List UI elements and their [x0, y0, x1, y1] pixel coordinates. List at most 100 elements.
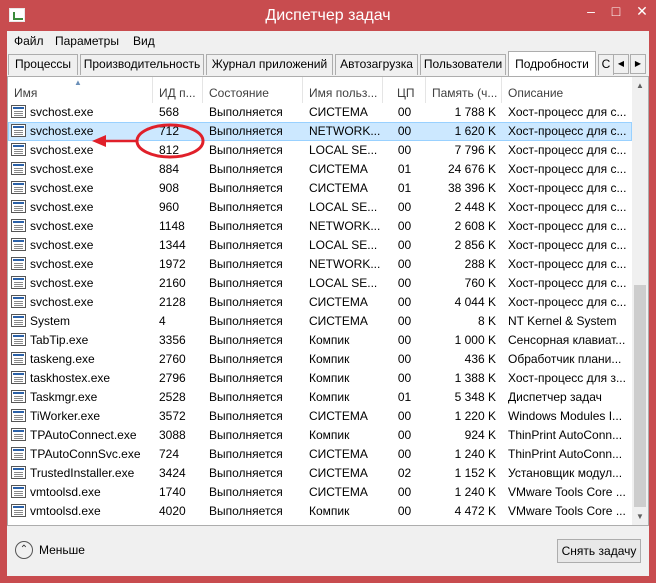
tab-startup[interactable]: Автозагрузка [335, 54, 418, 75]
tab-users[interactable]: Пользователи [420, 54, 506, 75]
process-description: Хост-процесс для с... [508, 124, 627, 138]
process-status: Выполняется [209, 504, 283, 518]
process-pid: 724 [159, 447, 180, 461]
process-cpu: 00 [397, 409, 412, 423]
process-pid: 2128 [159, 295, 186, 309]
column-cpu[interactable]: ЦП [383, 77, 426, 103]
process-pid: 568 [159, 105, 180, 119]
table-row[interactable]: vmtoolsd.exe 4020 Выполняется Компик 00 4 472… [8, 502, 632, 521]
table-row[interactable]: svchost.exe 568 Выполняется СИСТЕМА 00 1 788 … [8, 103, 632, 122]
menu-file[interactable]: Файл [14, 34, 44, 48]
table-row[interactable]: TPAutoConnSvc.exe 724 Выполняется СИСТЕМА 00… [8, 445, 632, 464]
tab-performance[interactable]: Производительность [80, 54, 204, 75]
table-row[interactable]: svchost.exe 1344 Выполняется LOCAL SE... 00 2… [8, 236, 632, 255]
table-row[interactable]: svchost.exe 2160 Выполняется LOCAL SE... 00 7… [8, 274, 632, 293]
process-memory: 1 240 K [454, 447, 496, 461]
process-memory: 760 K [464, 276, 496, 290]
process-cpu: 00 [397, 504, 412, 518]
process-pid: 908 [159, 181, 180, 195]
table-row[interactable]: vmtoolsd.exe 1740 Выполняется СИСТЕМА 00 1 24… [8, 483, 632, 502]
tab-scroll-left-icon[interactable]: ◀ [613, 54, 629, 74]
table-row[interactable]: TiWorker.exe 3572 Выполняется СИСТЕМА 00 1 22… [8, 407, 632, 426]
table-row[interactable]: TabTip.exe 3356 Выполняется Компик 00 1 000 K… [8, 331, 632, 350]
table-row[interactable]: System 4 Выполняется СИСТЕМА 00 8 K NT Kernel … [8, 312, 632, 331]
table-row[interactable]: taskeng.exe 2760 Выполняется Компик 00 436 K О… [8, 350, 632, 369]
close-button[interactable]: ✕ [628, 0, 656, 22]
process-description: Хост-процесс для с... [508, 238, 627, 252]
tab-scroll-right-icon[interactable]: ▶ [630, 54, 646, 74]
scroll-down-icon[interactable]: ▼ [632, 508, 648, 525]
chevron-up-icon: ⌃ [15, 541, 33, 559]
process-name: svchost.exe [30, 276, 94, 290]
window-title: Диспетчер задач [265, 7, 391, 24]
process-cpu: 00 [397, 295, 412, 309]
menu-view[interactable]: Вид [133, 34, 155, 48]
column-user[interactable]: Имя польз... [303, 77, 383, 103]
process-pid: 4 [159, 314, 166, 328]
process-status: Выполняется [209, 409, 283, 423]
service-window-icon [11, 162, 26, 175]
process-pid: 884 [159, 162, 180, 176]
process-cpu: 00 [397, 105, 412, 119]
table-row[interactable]: TrustedInstaller.exe 3424 Выполняется СИСТЕ… [8, 464, 632, 483]
scroll-up-icon[interactable]: ▲ [632, 77, 648, 94]
column-memory[interactable]: Память (ч... [426, 77, 502, 103]
table-row[interactable]: svchost.exe 1148 Выполняется NETWORK... 00 2 … [8, 217, 632, 236]
process-cpu: 00 [397, 485, 412, 499]
process-description: Windows Modules I... [508, 409, 623, 423]
task-manager-icon [11, 390, 26, 403]
end-task-button[interactable]: Снять задачу [557, 539, 641, 563]
process-status: Выполняется [209, 428, 283, 442]
scrollbar-thumb[interactable] [634, 285, 646, 507]
process-memory: 924 K [464, 428, 496, 442]
process-status: Выполняется [209, 333, 283, 347]
minimize-button[interactable]: – [578, 0, 604, 22]
process-description: Хост-процесс для с... [508, 105, 627, 119]
tab-details[interactable]: Подробности [508, 51, 596, 76]
process-user: СИСТЕМА [309, 295, 368, 309]
table-row[interactable]: svchost.exe 1972 Выполняется NETWORK... 00 28… [8, 255, 632, 274]
service-window-icon [11, 105, 26, 118]
vertical-scrollbar[interactable]: ▲ ▼ [632, 77, 648, 525]
process-status: Выполняется [209, 162, 283, 176]
process-name: taskhostex.exe [30, 371, 111, 385]
task-manager-window: Диспетчер задач – □ ✕ Файл Параметры Вид… [0, 0, 656, 583]
process-status: Выполняется [209, 295, 283, 309]
tab-services[interactable]: С [598, 54, 614, 75]
table-row[interactable]: Taskmgr.exe 2528 Выполняется Компик 01 5 348 … [8, 388, 632, 407]
column-pid[interactable]: ИД п... [153, 77, 203, 103]
process-description: Диспетчер задач [508, 390, 602, 404]
process-cpu: 00 [397, 428, 412, 442]
process-pid: 3356 [159, 333, 186, 347]
process-pid: 4020 [159, 504, 186, 518]
service-window-icon [11, 200, 26, 213]
table-row[interactable]: svchost.exe 812 Выполняется LOCAL SE... 00 7 … [8, 141, 632, 160]
table-row[interactable]: svchost.exe 884 Выполняется СИСТЕМА 01 24 676… [8, 160, 632, 179]
process-cpu: 00 [397, 219, 412, 233]
process-description: Хост-процесс для с... [508, 162, 627, 176]
table-row[interactable]: svchost.exe 712 Выполняется NETWORK... 00 1 6… [8, 122, 632, 141]
process-name: TPAutoConnSvc.exe [30, 447, 141, 461]
column-description[interactable]: Описание [502, 77, 632, 103]
column-status[interactable]: Состояние [203, 77, 303, 103]
service-window-icon [11, 352, 26, 365]
process-cpu: 00 [397, 124, 412, 138]
process-user: Компик [309, 504, 350, 518]
tab-app-history[interactable]: Журнал приложений [206, 54, 333, 75]
table-row[interactable]: taskhostex.exe 2796 Выполняется Компик 00 1 3… [8, 369, 632, 388]
table-row[interactable]: svchost.exe 908 Выполняется СИСТЕМА 01 38 396… [8, 179, 632, 198]
title-bar[interactable]: Диспетчер задач – □ ✕ [0, 0, 656, 32]
maximize-button[interactable]: □ [604, 0, 628, 22]
process-name: TrustedInstaller.exe [30, 466, 135, 480]
process-pid: 1972 [159, 257, 186, 271]
menu-options[interactable]: Параметры [55, 34, 119, 48]
process-user: СИСТЕМА [309, 105, 368, 119]
process-cpu: 01 [397, 181, 412, 195]
table-row[interactable]: TPAutoConnect.exe 3088 Выполняется Компик 00… [8, 426, 632, 445]
table-row[interactable]: svchost.exe 960 Выполняется LOCAL SE... 00 2 … [8, 198, 632, 217]
process-description: Хост-процесс для с... [508, 257, 627, 271]
tab-processes[interactable]: Процессы [8, 54, 78, 75]
process-description: VMware Tools Core ... [508, 485, 626, 499]
table-row[interactable]: svchost.exe 2128 Выполняется СИСТЕМА 00 4 044… [8, 293, 632, 312]
process-description: Хост-процесс для с... [508, 143, 627, 157]
